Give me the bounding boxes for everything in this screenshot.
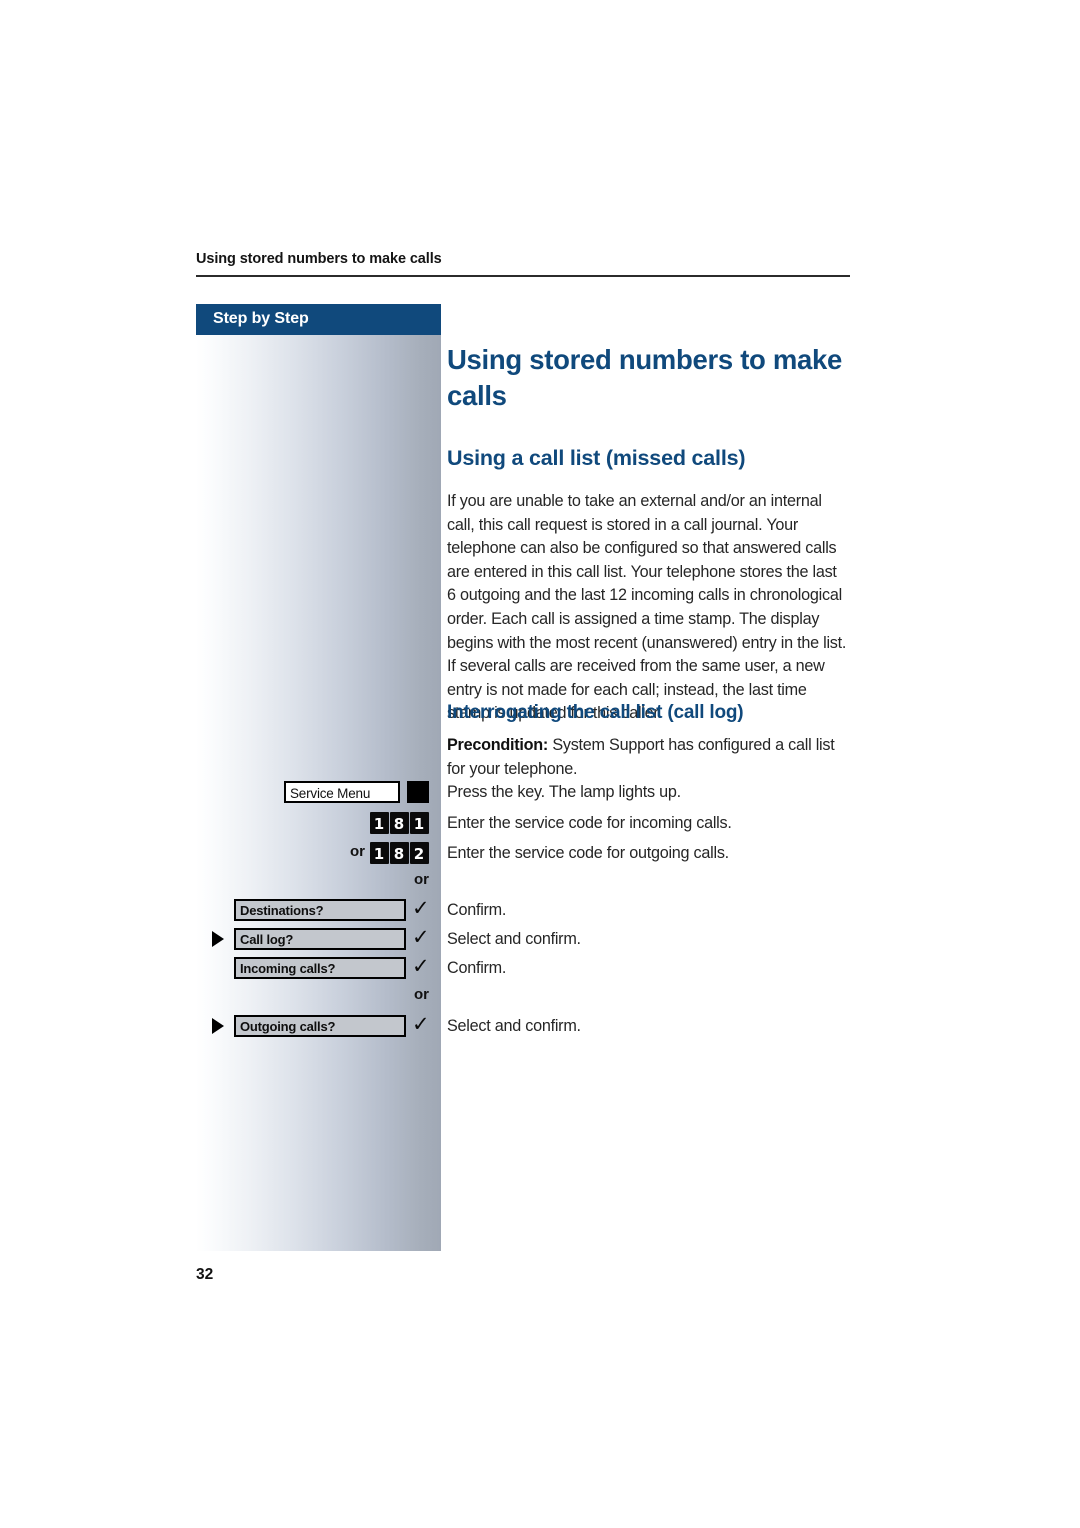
- softkey-label: Outgoing calls?: [240, 1019, 336, 1034]
- select-arrow-icon: [212, 1018, 224, 1034]
- or-separator-2: or: [414, 986, 429, 1003]
- softkey-row-incoming-calls[interactable]: Incoming calls? ✓: [196, 954, 441, 979]
- softkey-label: Call log?: [240, 932, 294, 947]
- keypad-digit: 1: [369, 842, 389, 864]
- service-menu-key-box[interactable]: Service Menu: [284, 781, 400, 803]
- step-text-press-key: Press the key. The lamp lights up.: [447, 783, 681, 801]
- or-separator-1: or: [414, 871, 429, 888]
- select-arrow-icon: [212, 931, 224, 947]
- keypad-digit: 1: [409, 812, 429, 834]
- service-code-181: 181: [196, 812, 441, 836]
- or-prefix-label: or: [350, 843, 365, 860]
- service-menu-key[interactable]: Service Menu: [284, 781, 429, 803]
- section-heading: Using a call list (missed calls): [447, 446, 746, 470]
- softkey-box[interactable]: Call log?: [234, 928, 406, 950]
- keypad-digit: 8: [389, 842, 409, 864]
- keypad-digit: 8: [389, 812, 409, 834]
- header-divider: [196, 275, 850, 277]
- softkey-label: Incoming calls?: [240, 961, 336, 976]
- sidebar-tab-label: Step by Step: [213, 310, 309, 327]
- service-menu-key-label: Service Menu: [290, 786, 371, 801]
- precondition-label: Precondition:: [447, 736, 549, 754]
- softkey-row-call-log[interactable]: Call log? ✓: [196, 925, 441, 950]
- running-header: Using stored numbers to make calls: [196, 251, 442, 267]
- softkey-box[interactable]: Outgoing calls?: [234, 1015, 406, 1037]
- confirm-check-icon: ✓: [412, 954, 430, 978]
- precondition-paragraph: Precondition: System Support has configu…: [447, 734, 847, 781]
- keypad-digit: 2: [409, 842, 429, 864]
- step-text-select-confirm-1: Select and confirm.: [447, 930, 581, 948]
- confirm-check-icon: ✓: [412, 925, 430, 949]
- step-by-step-sidebar: Step by Step Service Menu 181 or 1 8 2 or: [196, 304, 441, 1251]
- sidebar-tab: Step by Step: [196, 304, 441, 335]
- step-text-confirm-2: Confirm.: [447, 959, 507, 977]
- step-text-select-confirm-2: Select and confirm.: [447, 1017, 581, 1035]
- lamp-indicator-icon: [407, 781, 429, 803]
- service-code-182: or 1 8 2: [196, 842, 441, 866]
- softkey-row-outgoing-calls[interactable]: Outgoing calls? ✓: [196, 1012, 441, 1037]
- document-page: Using stored numbers to make calls Step …: [0, 0, 1080, 1528]
- softkey-row-destinations[interactable]: Destinations? ✓: [196, 896, 441, 921]
- intro-paragraph: If you are unable to take an external an…: [447, 492, 847, 723]
- page-number: 32: [196, 1266, 214, 1283]
- confirm-check-icon: ✓: [412, 1012, 430, 1036]
- page-title: Using stored numbers to make calls: [447, 344, 843, 411]
- step-text-outgoing-code: Enter the service code for outgoing call…: [447, 844, 729, 862]
- subsection-heading: Interrogating the call list (call log): [447, 702, 744, 723]
- step-text-confirm-1: Confirm.: [447, 901, 507, 919]
- confirm-check-icon: ✓: [412, 896, 430, 920]
- keypad-digit: 1: [369, 812, 389, 834]
- softkey-box[interactable]: Incoming calls?: [234, 957, 406, 979]
- step-text-incoming-code: Enter the service code for incoming call…: [447, 814, 732, 832]
- softkey-label: Destinations?: [240, 903, 324, 918]
- softkey-box[interactable]: Destinations?: [234, 899, 406, 921]
